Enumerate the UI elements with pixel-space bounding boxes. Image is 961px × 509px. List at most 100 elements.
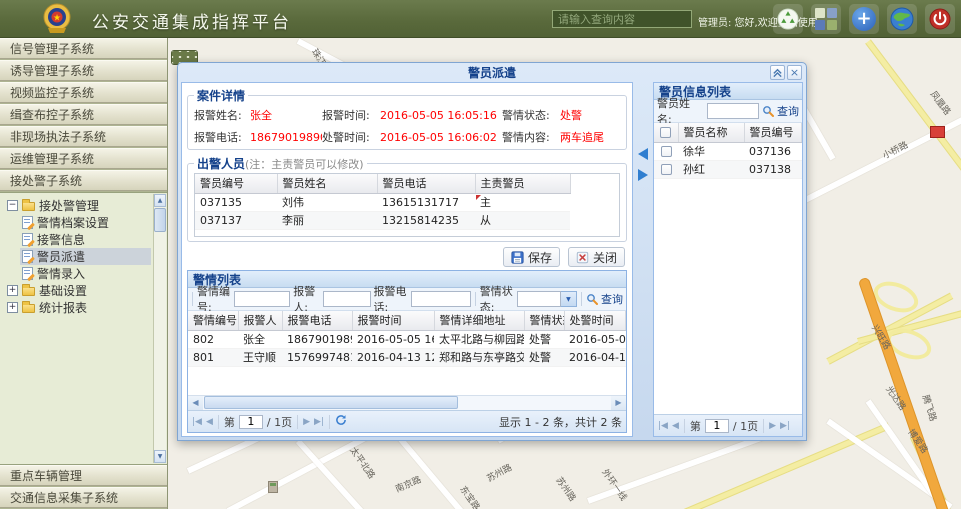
toolbar-separator <box>297 415 298 429</box>
building-icon <box>268 481 278 493</box>
alert-filter-toolbar: 警情编号: 报警人: 报警电话: 警情状态: ▼ 查询 <box>188 288 626 311</box>
table-row[interactable]: 徐华037136 <box>654 142 802 160</box>
officer-search-button[interactable]: 查询 <box>762 103 799 119</box>
column-header[interactable]: 主责警员 <box>475 174 570 193</box>
column-header[interactable]: 报警电话 <box>282 311 352 330</box>
last-page-button[interactable]: ▶| <box>780 421 790 431</box>
app-header: ★ 公安交通集成指挥平台 管理员: 您好,欢迎登陆使用 + <box>0 0 961 38</box>
page-number-input[interactable] <box>239 415 263 429</box>
column-header[interactable]: 报警时间 <box>352 311 434 330</box>
field-value: 处警 <box>560 107 620 123</box>
table-row[interactable]: 802张全186790198902016-05-05 16:...太平北路与柳园… <box>188 330 626 348</box>
field-label: 警情内容: <box>502 129 560 145</box>
column-header[interactable]: 警员编号 <box>744 123 802 142</box>
tree-node-label: 警员派遣 <box>37 248 85 265</box>
move-left-arrow-button[interactable] <box>638 148 648 160</box>
collapse-icon[interactable] <box>770 65 785 80</box>
officer-name-input[interactable] <box>707 103 759 119</box>
field-label: 报警姓名: <box>194 107 250 123</box>
reporter-phone-input[interactable] <box>411 291 471 307</box>
scrollbar-thumb[interactable] <box>154 208 166 232</box>
sidebar-item[interactable]: 运维管理子系统 <box>0 148 167 169</box>
first-page-button[interactable]: |◀ <box>192 417 202 427</box>
column-header[interactable]: 警情编号 <box>188 311 238 330</box>
table-row[interactable]: 801王守顺157699748132016-04-13 12:...郑和路与东亭… <box>188 348 626 366</box>
column-header[interactable]: 警员名称 <box>678 123 744 142</box>
alert-search-button[interactable]: 查询 <box>586 291 623 307</box>
tree-node-folder[interactable]: +基础设置 <box>5 282 151 299</box>
next-page-button[interactable]: ▶ <box>303 417 310 427</box>
scroll-right-arrow-icon[interactable]: ▶ <box>611 396 626 410</box>
close-icon[interactable]: × <box>787 65 802 80</box>
move-right-arrow-button[interactable] <box>638 169 648 181</box>
chevron-down-icon[interactable]: ▼ <box>561 291 577 307</box>
sidebar-item[interactable]: 交通信息采集子系统 <box>0 487 167 508</box>
row-checkbox[interactable] <box>661 146 672 157</box>
close-button[interactable]: 关闭 <box>568 247 625 267</box>
power-icon[interactable] <box>925 4 955 34</box>
column-header[interactable]: 警情详细地址 <box>434 311 524 330</box>
row-checkbox[interactable] <box>661 164 672 175</box>
column-header[interactable]: 警情状态 <box>524 311 564 330</box>
sidebar-item[interactable]: 非现场执法子系统 <box>0 126 167 147</box>
save-button[interactable]: 保存 <box>503 247 560 267</box>
app-grid-icon[interactable] <box>811 4 841 34</box>
column-header[interactable]: 警员姓名 <box>277 174 377 193</box>
header-search-input[interactable] <box>552 10 692 28</box>
collapse-expander-icon[interactable]: − <box>7 200 18 211</box>
table-cell: 2016-04-13 12:... <box>352 348 434 366</box>
scrollbar-thumb[interactable] <box>204 396 458 409</box>
alert-status-input[interactable] <box>517 291 561 307</box>
tree-node-leaf[interactable]: 警情档案设置 <box>20 214 151 231</box>
prev-page-button[interactable]: ◀ <box>206 417 213 427</box>
road-label: 腾飞路 <box>920 393 941 423</box>
reporter-name-input[interactable] <box>323 291 371 307</box>
sidebar-item[interactable]: 信号管理子系统 <box>0 38 167 59</box>
tree-node-leaf[interactable]: 警员派遣 <box>20 248 151 265</box>
alert-pager: |◀ ◀ 第 / 1页 ▶ ▶| 显示 1 - 2 条，共计 2 条 <box>188 410 626 432</box>
column-header[interactable]: 报警人 <box>238 311 282 330</box>
field-value: 张全 <box>250 107 322 123</box>
next-page-button[interactable]: ▶ <box>769 421 776 431</box>
plus-icon[interactable]: + <box>849 4 879 34</box>
table-cell: 刘伟 <box>277 193 377 211</box>
column-header[interactable]: 警员电话 <box>377 174 475 193</box>
expand-expander-icon[interactable]: + <box>7 302 18 313</box>
select-all-checkbox[interactable] <box>660 127 671 138</box>
globe-icon[interactable] <box>887 4 917 34</box>
refresh-icon[interactable] <box>335 414 347 429</box>
sidebar-item[interactable]: 重点车辆管理 <box>0 465 167 486</box>
column-header[interactable]: 警员编号 <box>195 174 277 193</box>
page-number-input[interactable] <box>705 419 729 433</box>
sidebar-item[interactable]: 视频监控子系统 <box>0 82 167 103</box>
scroll-up-arrow-icon[interactable]: ▲ <box>154 194 166 207</box>
column-header[interactable]: 处警时间 <box>564 311 626 330</box>
prev-page-button[interactable]: ◀ <box>672 421 679 431</box>
dialog-titlebar[interactable]: 警员派遣 × <box>181 63 803 82</box>
expand-expander-icon[interactable]: + <box>7 285 18 296</box>
sidebar-item[interactable]: 诱导管理子系统 <box>0 60 167 81</box>
sidebar-item[interactable]: 接处警子系统 <box>0 170 167 191</box>
tree-node-leaf[interactable]: 警情录入 <box>20 265 151 282</box>
alert-status-combobox[interactable]: ▼ <box>517 291 577 307</box>
horizontal-scrollbar[interactable]: ◀ ▶ <box>188 395 626 410</box>
recycle-icon[interactable] <box>773 4 803 34</box>
sidebar-item[interactable]: 缉查布控子系统 <box>0 104 167 125</box>
transfer-arrows <box>636 82 650 437</box>
tree-node-root[interactable]: −接处警管理 <box>5 197 151 214</box>
field-value: 2016-05-05 16:05:16 <box>380 109 502 122</box>
grid-empty-area <box>654 179 802 415</box>
tree-scrollbar[interactable]: ▲ ▼ <box>153 194 166 463</box>
dispatch-grid: 警员编号警员姓名警员电话主责警员 037135刘伟13615131717主037… <box>194 173 620 237</box>
table-row[interactable]: 037135刘伟13615131717主 <box>195 193 619 211</box>
last-page-button[interactable]: ▶| <box>314 417 324 427</box>
table-row[interactable]: 037137李丽13215814235从 <box>195 211 619 229</box>
sidebar-tree-panel: −接处警管理警情档案设置接警信息警员派遣警情录入+基础设置+统计报表 ▲ ▼ <box>0 192 167 465</box>
alert-id-input[interactable] <box>234 291 290 307</box>
first-page-button[interactable]: |◀ <box>658 421 668 431</box>
tree-node-folder[interactable]: +统计报表 <box>5 299 151 316</box>
tree-node-leaf[interactable]: 接警信息 <box>20 231 151 248</box>
table-row[interactable]: 孙红037138 <box>654 160 802 178</box>
scroll-down-arrow-icon[interactable]: ▼ <box>154 450 166 463</box>
scroll-left-arrow-icon[interactable]: ◀ <box>188 396 203 410</box>
